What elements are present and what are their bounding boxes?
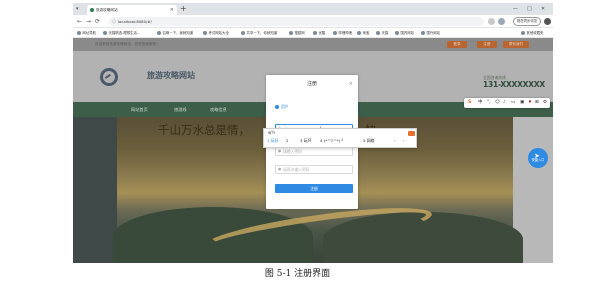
bookmark-item[interactable]: 召唤一下，我就知道 (157, 28, 194, 38)
role-radio-label[interactable]: 用户 (281, 104, 289, 110)
chinese-mode-icon[interactable]: 中 (478, 98, 483, 108)
confirm-placeholder: 请再次输入密码 (283, 167, 310, 172)
ime-candidate[interactable]: 5 网络 (363, 137, 375, 144)
bookmark-item[interactable]: 搜狐网 (289, 28, 305, 38)
top-notice-bar: 欢迎来到旅游攻略网站，祝您旅途愉快！ 登录 注册 联系我们 (73, 38, 553, 51)
grid-icon[interactable]: ⊞ (535, 98, 539, 108)
sogou-logo-icon[interactable]: S (468, 98, 471, 108)
submit-label: 注册 (310, 186, 318, 191)
tab-active[interactable]: 旅游攻略网站 × (87, 5, 177, 15)
site-info-icon[interactable]: ⓘ (112, 17, 116, 26)
tab-menu-icon[interactable]: ▾ (76, 5, 79, 13)
tab-title: 旅游攻略网站 (96, 8, 118, 12)
url-text: localhost:8080/#/ (118, 19, 152, 24)
emoji-icon[interactable]: ☺ (495, 98, 500, 108)
extension-icon[interactable] (498, 18, 505, 25)
lock-icon: ● (278, 167, 282, 171)
ime-candidate-window: w'h 1 玩好 2 3 玩坏 4 (*^▽^*) ╯ 5 网络 ‹ › (263, 128, 417, 148)
bookmarks-bar: 网址导航 天猫精选-理想生活… 召唤一下，我就知道 考试网站大全 共享一下，你就… (73, 28, 553, 38)
hero-slogan: 千山万水总是情， (158, 123, 250, 137)
ime-toolbar: S 中 °, ☺ ♪ ▭ ▣ ♦ ⊞ ⚙ (464, 98, 550, 108)
bookmark-item[interactable]: 考试网站大全 (203, 28, 229, 38)
figure: ▾ 旅游攻略网站 × + — □ ✕ ← → ⟳ ⓘ localhost:808… (0, 0, 595, 290)
bookmark-item[interactable]: 共享一下，你就知道 (241, 28, 278, 38)
page-viewport: 欢迎来到旅游攻略网站，祝您旅途愉快！ 登录 注册 联系我们 旅游攻略网站 全国咨… (73, 38, 553, 263)
menu-icon[interactable] (544, 18, 551, 25)
password-field[interactable]: ● 请输入密码 (275, 147, 353, 156)
figure-caption: 图 5-1 注册界面 (264, 269, 331, 279)
close-window-icon[interactable]: ✕ (541, 3, 545, 15)
shirt-icon[interactable]: ♦ (528, 98, 532, 108)
close-icon[interactable]: × (349, 81, 353, 88)
maximize-icon[interactable]: □ (527, 3, 532, 15)
ime-logo-icon (408, 131, 415, 136)
bookmark-item[interactable]: 国外网站 (421, 28, 441, 38)
url-input[interactable]: ⓘ localhost:8080/#/ (109, 17, 484, 26)
dialog-title: 注册 (306, 81, 317, 87)
browser-screenshot: ▾ 旅游攻略网站 × + — □ ✕ ← → ⟳ ⓘ localhost:808… (73, 3, 553, 263)
extension-icon[interactable] (488, 18, 495, 25)
close-tab-icon[interactable]: × (170, 5, 174, 15)
bookmark-item[interactable]: 天猫精选-理想生活… (103, 28, 141, 38)
ime-composition: w'h (268, 130, 275, 135)
ime-candidate[interactable]: 4 (*^▽^*) ╯ (320, 137, 344, 144)
tab-strip: ▾ 旅游攻略网站 × + — □ ✕ (73, 3, 553, 15)
keyboard-icon[interactable]: ▭ (511, 98, 515, 108)
confirm-password-field[interactable]: ● 请再次输入密码 (275, 165, 353, 174)
bookmark-item[interactable]: 天猫 (376, 28, 389, 38)
bookmark-item[interactable]: 哔哩哔哩 (333, 28, 353, 38)
nav-item-home[interactable]: 网站首页 (131, 102, 148, 117)
address-bar: ← → ⟳ ⓘ localhost:8080/#/ 现在同步浏览 (73, 15, 553, 28)
skin-icon[interactable]: ▣ (520, 98, 524, 108)
voice-icon[interactable]: ♪ (503, 98, 506, 108)
register-button[interactable]: 注册 (477, 41, 497, 48)
ime-next-icon[interactable]: › (403, 137, 405, 144)
bookmark-item[interactable]: 国内网站 (395, 28, 415, 38)
site-favicon-icon (90, 8, 94, 12)
role-radio[interactable] (275, 105, 279, 109)
site-title: 旅游攻略网站 (147, 71, 195, 80)
bookmark-item[interactable]: 网址导航 (77, 28, 97, 38)
punctuation-icon[interactable]: °, (487, 98, 491, 108)
forward-icon[interactable]: → (86, 15, 91, 28)
contact-button[interactable]: 联系我们 (503, 41, 529, 48)
reload-icon[interactable]: ⟳ (95, 15, 100, 28)
ime-prev-icon[interactable]: ‹ (394, 137, 396, 144)
ime-candidate[interactable]: 1 玩好 (267, 137, 279, 144)
other-bookmarks[interactable]: 其他收藏夹 (521, 28, 544, 38)
notice-text: 欢迎来到旅游攻略网站，祝您旅途愉快！ (95, 42, 160, 46)
quick-entry-label: 快捷入口 (531, 158, 545, 162)
ime-candidate[interactable]: 3 玩坏 (300, 137, 312, 144)
profile-label: 现在同步浏览 (516, 19, 538, 23)
settings-icon[interactable]: ⚙ (543, 98, 547, 108)
login-button[interactable]: 登录 (447, 41, 467, 48)
register-submit-button[interactable]: 注册 (275, 184, 353, 193)
password-placeholder: 请输入密码 (283, 149, 302, 154)
site-logo-icon (100, 68, 118, 86)
nav-item-guides[interactable]: 攻略信息 (210, 102, 227, 117)
bookmark-item[interactable]: 淘宝 (357, 28, 370, 38)
nav-item-routes[interactable]: 旅游线 (174, 102, 187, 117)
profile-button[interactable]: 现在同步浏览 (513, 17, 541, 26)
hero-side-left (73, 117, 117, 263)
back-icon[interactable]: ← (77, 15, 82, 28)
new-tab-icon[interactable]: + (180, 3, 187, 15)
ime-candidate[interactable]: 2 (286, 137, 288, 144)
minimize-icon[interactable]: — (513, 3, 518, 15)
phone-number: 131-XXXXXXXX (483, 80, 546, 89)
lock-icon: ● (278, 149, 282, 153)
bookmark-item[interactable]: 优酷 (313, 28, 326, 38)
